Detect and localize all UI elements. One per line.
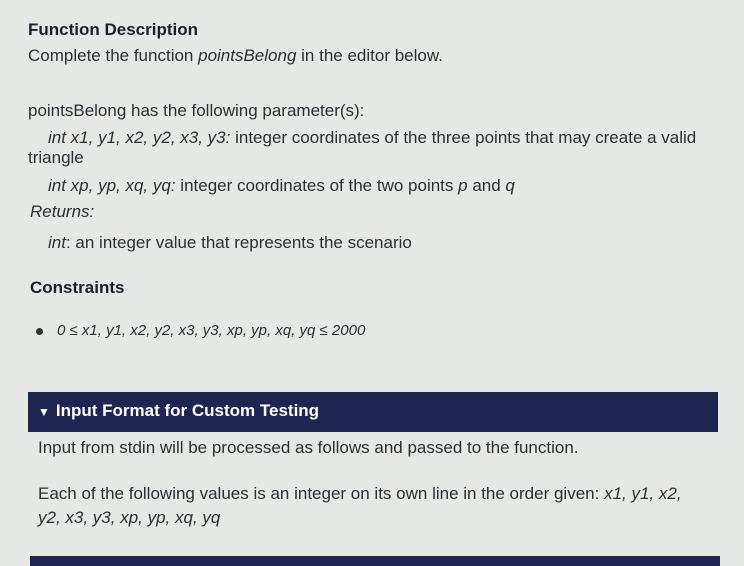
next-section-bar[interactable] xyxy=(30,556,720,566)
input-format-line2: Each of the following values is an integ… xyxy=(38,484,682,504)
param2-type: int xp, yp, xq, yq: xyxy=(48,176,176,195)
returns-desc: int: an integer value that represents th… xyxy=(48,233,412,253)
function-name: pointsBelong xyxy=(198,46,297,65)
constraint-item: 0 ≤ x1, y1, x2, y2, x3, y3, xp, yp, xq, … xyxy=(36,322,365,339)
returns-type: int xyxy=(48,233,66,252)
triangle-down-icon: ▼ xyxy=(38,405,50,419)
input-format-line2-cont: y2, x3, y3, xp, yp, xq, yq xyxy=(38,508,221,527)
param2-q: q xyxy=(505,176,515,195)
constraint-text: 0 ≤ x1, y1, x2, y2, x3, y3, xp, yp, xq, … xyxy=(57,322,366,339)
function-description-text: Complete the function pointsBelong in th… xyxy=(28,46,443,66)
bullet-icon xyxy=(36,327,43,335)
input-format-header: Input Format for Custom Testing xyxy=(55,401,320,420)
param1-desc: integer coordinates of the three points … xyxy=(230,128,697,147)
input-format-toggle[interactable]: ▼ Input Format for Custom Testing xyxy=(28,392,718,432)
param2-and: and xyxy=(467,176,506,195)
input-format-line1: Input from stdin will be processed as fo… xyxy=(38,438,579,457)
param2: int xp, yp, xq, yq: integer coordinates … xyxy=(48,176,515,196)
intro-suffix: in the editor below. xyxy=(296,46,443,65)
param1-cont: triangle xyxy=(28,148,84,167)
param2-desc: integer coordinates of the two points xyxy=(175,176,459,195)
param1-type: int x1, y1, x2, y2, x3, y3: xyxy=(48,128,231,147)
line2-text: Each of the following values is an integ… xyxy=(38,484,605,503)
intro-prefix: Complete the function xyxy=(28,46,199,65)
param1: int x1, y1, x2, y2, x3, y3: integer coor… xyxy=(48,128,696,148)
returns-label: Returns: xyxy=(30,202,95,221)
parameters-heading: pointsBelong has the following parameter… xyxy=(28,101,365,120)
param2-p: p xyxy=(458,176,468,195)
function-description-heading: Function Description xyxy=(28,20,198,39)
line2-vars1: x1, y1, x2, xyxy=(604,484,682,503)
constraints-heading: Constraints xyxy=(30,278,125,297)
returns-text: : an integer value that represents the s… xyxy=(65,233,412,252)
